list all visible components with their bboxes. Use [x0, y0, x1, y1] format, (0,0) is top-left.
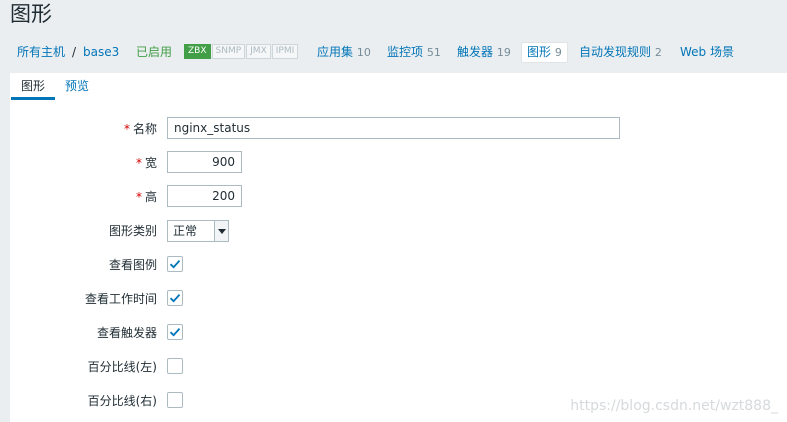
width-label-text: 宽 [144, 156, 157, 170]
name-input[interactable] [167, 117, 620, 139]
graphs-link[interactable]: 图形 9 [521, 42, 568, 63]
availability-badges: ZBX SNMP JMX IPMI [184, 44, 299, 59]
host-navigation: 所有主机 / base3 已启用 ZBX SNMP JMX IPMI 应用集 1… [0, 38, 787, 66]
height-input[interactable] [167, 185, 242, 207]
show-working-time-label: 查看工作时间 [84, 292, 157, 306]
checkmark-icon [169, 260, 181, 269]
snmp-badge: SNMP [211, 44, 246, 59]
show-triggers-label: 查看触发器 [96, 326, 157, 340]
width-input[interactable] [167, 151, 242, 173]
items-link[interactable]: 监控项 51 [387, 44, 441, 61]
zbx-badge: ZBX [184, 44, 211, 59]
web-scenarios-link[interactable]: Web 场景 [680, 44, 734, 60]
show-legend-checkbox[interactable] [167, 256, 183, 272]
triggers-link[interactable]: 触发器 19 [457, 44, 511, 61]
items-count: 51 [426, 46, 441, 59]
graph-type-select[interactable]: 正常 [167, 220, 229, 242]
host-link[interactable]: base3 [83, 44, 119, 60]
form-tabs: 图形 预览 [10, 73, 787, 102]
host-status-enabled[interactable]: 已启用 [136, 44, 172, 60]
graphs-label: 图形 [527, 45, 552, 59]
show-working-time-checkbox[interactable] [167, 290, 183, 306]
name-label: * 名称 [124, 121, 157, 137]
required-mark: * [135, 156, 142, 170]
triggers-label: 触发器 [457, 45, 494, 59]
tab-preview[interactable]: 预览 [65, 78, 89, 100]
checkmark-icon [169, 328, 181, 337]
graphs-count: 9 [554, 46, 562, 59]
all-hosts-link[interactable]: 所有主机 [17, 44, 65, 60]
applications-label: 应用集 [317, 45, 354, 59]
required-mark: * [135, 190, 142, 204]
applications-link[interactable]: 应用集 10 [317, 44, 371, 61]
discovery-rules-count: 2 [654, 46, 662, 59]
height-label-text: 高 [144, 190, 157, 204]
discovery-rules-label: 自动发现规则 [579, 45, 652, 59]
jmx-badge: JMX [246, 44, 271, 59]
show-triggers-checkbox[interactable] [167, 324, 183, 340]
page-title: 图形 [10, 2, 52, 26]
height-label: * 高 [136, 189, 157, 205]
items-label: 监控项 [387, 45, 424, 59]
discovery-rules-link[interactable]: 自动发现规则 2 [579, 44, 662, 61]
graph-type-value: 正常 [173, 224, 198, 238]
percentile-left-label: 百分比线(左) [87, 360, 157, 374]
checkmark-icon [169, 294, 181, 303]
percentile-right-checkbox[interactable] [167, 392, 183, 408]
show-legend-label: 查看图例 [108, 258, 157, 272]
ipmi-badge: IPMI [271, 44, 299, 59]
name-label-text: 名称 [132, 122, 157, 136]
percentile-left-checkbox[interactable] [167, 358, 183, 374]
watermark: https://blog.csdn.net/wzt888_ [570, 398, 778, 414]
width-label: * 宽 [136, 155, 157, 171]
required-mark: * [123, 122, 130, 136]
percentile-right-label: 百分比线(右) [87, 394, 157, 408]
triggers-count: 19 [496, 46, 511, 59]
graph-type-label: 图形类别 [108, 224, 157, 238]
chevron-down-icon [214, 221, 228, 241]
breadcrumb-separator: / [72, 45, 77, 59]
applications-count: 10 [356, 46, 371, 59]
tab-graph[interactable]: 图形 [10, 78, 56, 100]
graph-form: *名称 *宽 *高 图形类别 正常 查看图例 查看工作时间 查看触发器 百分比线… [10, 101, 787, 422]
